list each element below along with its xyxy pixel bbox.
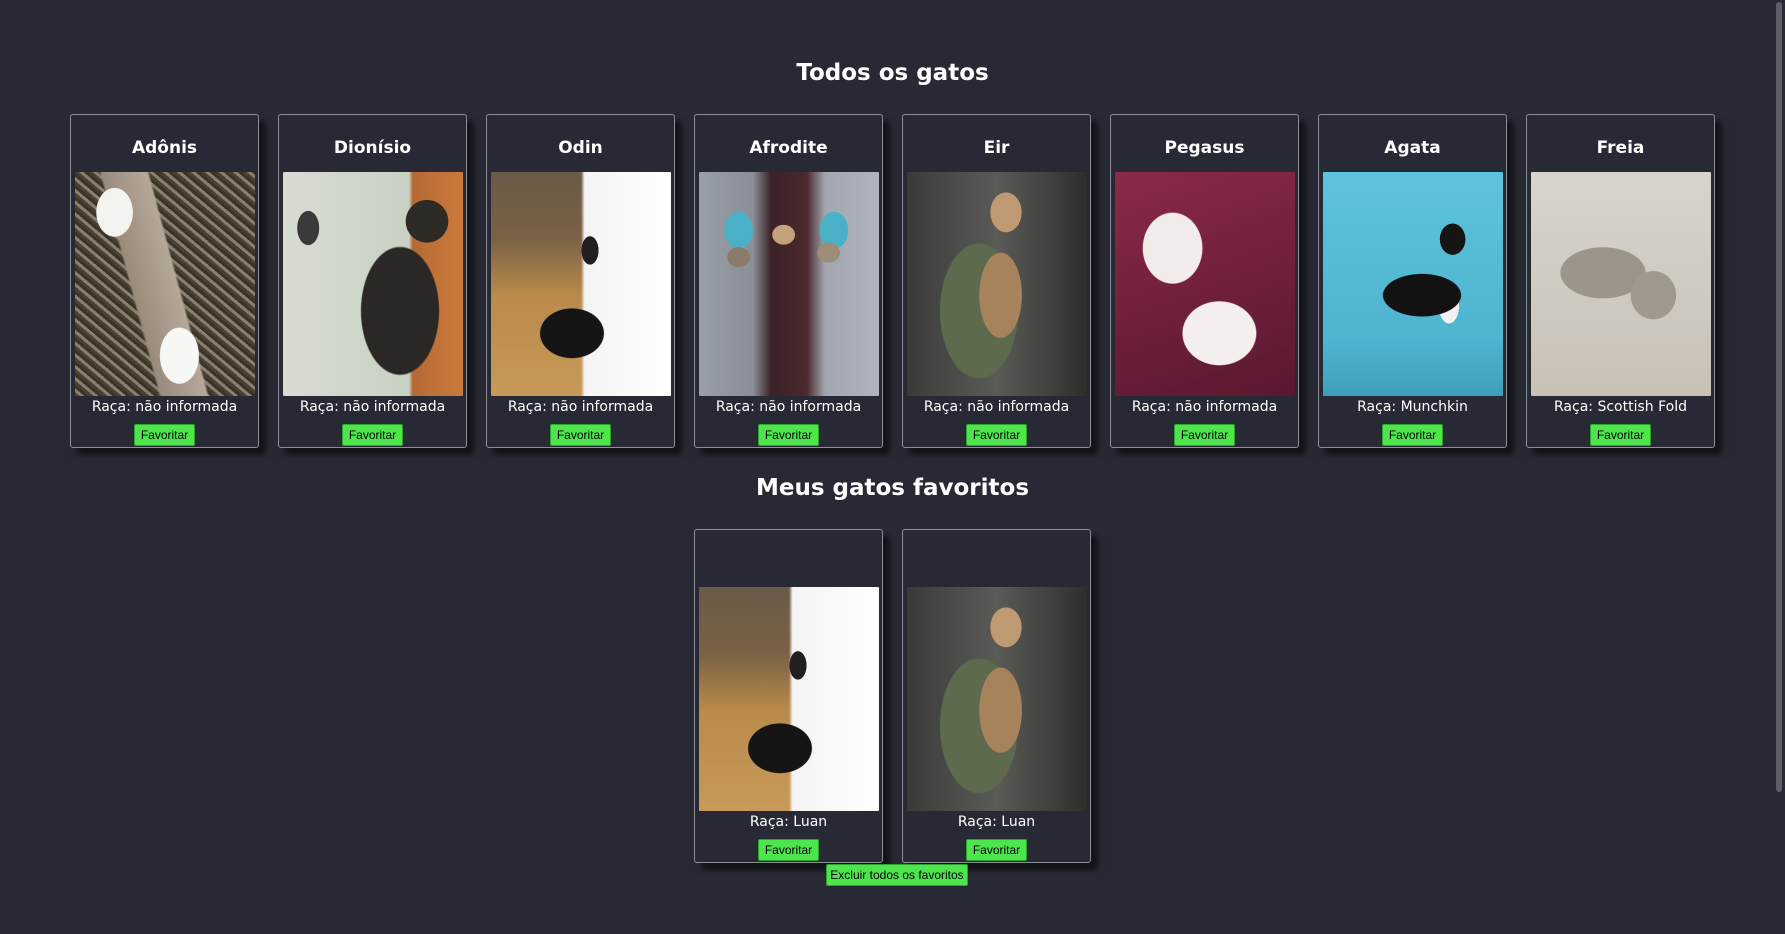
cat-breed: Raça: não informada	[299, 399, 446, 415]
cat-name: Adônis	[131, 138, 198, 158]
all-cats-grid: Adônis Raça: não informada Favoritar Dio…	[0, 114, 1785, 448]
favorite-button[interactable]: Favoritar	[133, 424, 196, 446]
cat-breed: Raça: não informada	[715, 399, 862, 415]
cat-image	[74, 172, 255, 396]
cat-name: Agata	[1384, 138, 1441, 158]
cat-image	[1530, 172, 1711, 396]
cat-breed: Raça: Scottish Fold	[1554, 399, 1687, 415]
scrollbar-thumb[interactable]	[1776, 2, 1782, 792]
favorite-button[interactable]: Favoritar	[757, 424, 820, 446]
cat-card-odin: Odin Raça: não informada Favoritar	[486, 114, 675, 448]
cat-breed: Raça: não informada	[91, 399, 238, 415]
cat-image	[906, 172, 1087, 396]
favorite-button[interactable]: Favoritar	[1381, 424, 1444, 446]
cat-breed: Raça: Munchkin	[1357, 399, 1468, 415]
cat-name: Pegasus	[1164, 138, 1245, 158]
cat-image	[490, 172, 671, 396]
cat-card-freia: Freia Raça: Scottish Fold Favoritar	[1526, 114, 1715, 448]
cat-breed: Raça: Luan	[749, 814, 828, 830]
cat-image	[1322, 172, 1503, 396]
cat-breed: Raça: não informada	[1131, 399, 1278, 415]
cat-breed: Raça: não informada	[923, 399, 1070, 415]
cat-name: Freia	[1596, 138, 1645, 158]
favorites-grid: Raça: Luan Favoritar Raça: Luan Favorita…	[0, 529, 1785, 863]
favorite-button[interactable]: Favoritar	[549, 424, 612, 446]
favorite-button[interactable]: Favoritar	[1589, 424, 1652, 446]
cat-name: Eir	[983, 138, 1010, 158]
page-scrollbar[interactable]	[1773, 0, 1785, 934]
cat-image	[698, 587, 879, 811]
favorite-card: Raça: Luan Favoritar	[694, 529, 883, 863]
all-cats-title: Todos os gatos	[796, 60, 989, 86]
cat-image	[282, 172, 463, 396]
favorite-button[interactable]: Favoritar	[1173, 424, 1236, 446]
page: Todos os gatos Adônis Raça: não informad…	[0, 0, 1785, 934]
cat-name: Odin	[558, 138, 603, 158]
cat-name: Dionísio	[333, 138, 412, 158]
cat-breed: Raça: não informada	[507, 399, 654, 415]
favorite-card: Raça: Luan Favoritar	[902, 529, 1091, 863]
favorite-button[interactable]: Favoritar	[965, 839, 1028, 861]
favorite-button[interactable]: Favoritar	[965, 424, 1028, 446]
cat-card-eir: Eir Raça: não informada Favoritar	[902, 114, 1091, 448]
cat-card-dionisio: Dionísio Raça: não informada Favoritar	[278, 114, 467, 448]
clear-favorites-button[interactable]: Excluir todos os favoritos	[826, 864, 968, 886]
cat-image	[698, 172, 879, 396]
cat-card-adonis: Adônis Raça: não informada Favoritar	[70, 114, 259, 448]
cat-image	[1114, 172, 1295, 396]
cat-card-afrodite: Afrodite Raça: não informada Favoritar	[694, 114, 883, 448]
cat-image	[906, 587, 1087, 811]
cat-card-agata: Agata Raça: Munchkin Favoritar	[1318, 114, 1507, 448]
cat-card-pegasus: Pegasus Raça: não informada Favoritar	[1110, 114, 1299, 448]
cat-breed: Raça: Luan	[957, 814, 1036, 830]
favorite-button[interactable]: Favoritar	[341, 424, 404, 446]
cat-name: Afrodite	[749, 138, 828, 158]
favorites-title: Meus gatos favoritos	[755, 475, 1030, 501]
favorite-button[interactable]: Favoritar	[757, 839, 820, 861]
